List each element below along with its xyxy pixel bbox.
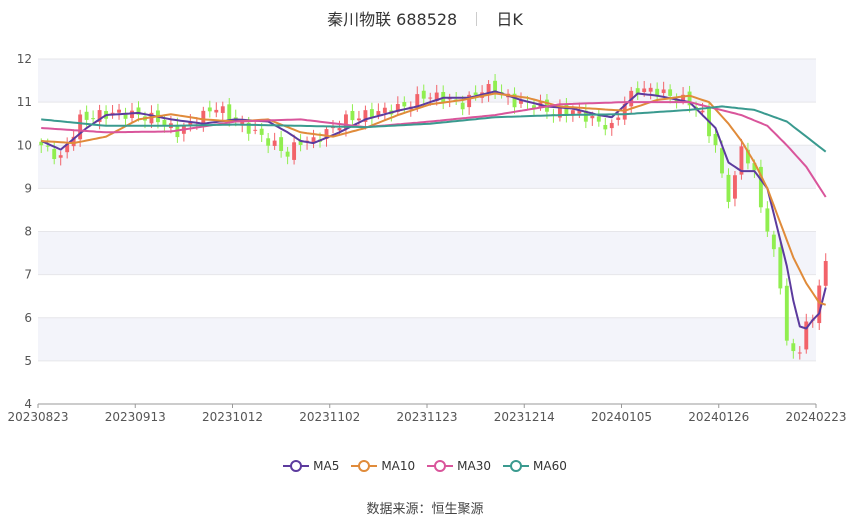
- legend-label: MA60: [533, 459, 567, 473]
- candle: [402, 102, 407, 107]
- candle: [382, 107, 387, 113]
- legend-item-ma60[interactable]: MA60: [503, 459, 567, 473]
- candle: [52, 149, 57, 160]
- y-tick-label: 9: [24, 181, 32, 195]
- x-tick-label: 20240223: [785, 410, 846, 424]
- candle: [661, 89, 666, 94]
- candle: [45, 145, 50, 147]
- x-tick-label: 20240126: [688, 410, 749, 424]
- y-tick-label: 11: [17, 95, 32, 109]
- x-tick-label: 20231102: [299, 410, 360, 424]
- candle: [91, 118, 96, 120]
- x-tick-label: 20231012: [202, 410, 263, 424]
- candle: [668, 89, 673, 96]
- candle: [117, 109, 121, 113]
- candle: [272, 140, 277, 146]
- candle: [259, 128, 264, 135]
- x-tick-label: 20240105: [591, 410, 652, 424]
- candle: [337, 128, 342, 131]
- candle: [220, 106, 225, 113]
- candle: [726, 174, 731, 202]
- candle: [207, 107, 212, 112]
- candle: [642, 88, 647, 93]
- legend-marker-icon: [503, 460, 530, 472]
- y-tick-label: 6: [24, 311, 32, 325]
- candle: [713, 133, 718, 146]
- candle: [733, 175, 737, 199]
- candle: [84, 111, 89, 120]
- candle: [473, 92, 478, 96]
- candle: [603, 124, 608, 130]
- candle: [609, 122, 614, 129]
- candle: [266, 138, 271, 146]
- legend-label: MA30: [457, 459, 492, 473]
- candle: [214, 109, 219, 113]
- candle: [570, 110, 575, 115]
- candle: [823, 261, 828, 286]
- grid-band: [38, 317, 816, 361]
- candle: [791, 343, 796, 352]
- candle: [720, 148, 724, 174]
- candle: [784, 285, 789, 341]
- candle: [162, 119, 167, 126]
- candle: [460, 102, 465, 110]
- grid-band: [38, 59, 816, 103]
- candle: [356, 118, 361, 121]
- x-tick-label: 20231214: [494, 410, 555, 424]
- candle: [771, 234, 776, 250]
- candle: [201, 110, 206, 125]
- legend-label: MA5: [313, 459, 340, 473]
- x-tick-label: 20230913: [105, 410, 166, 424]
- candle: [350, 110, 355, 121]
- kline-chart: 4 5 6 7 8 9 10 11 12 20230823 20230913 20231012 2023…: [7, 52, 846, 424]
- legend-item-ma5[interactable]: MA5: [283, 459, 339, 473]
- legend-marker-icon: [283, 460, 310, 472]
- y-tick-label: 10: [17, 138, 32, 152]
- candle: [590, 115, 595, 119]
- candle: [700, 110, 705, 113]
- candle: [797, 352, 802, 354]
- grid-band: [38, 145, 816, 189]
- chart-stage: 秦川物联 688528 日K 4 5 6 7 8 9 10 11 12 20230823 20230…: [0, 0, 850, 517]
- candle: [778, 247, 783, 289]
- candle: [616, 117, 621, 120]
- candle: [648, 87, 653, 92]
- candle: [285, 151, 290, 157]
- candle: [428, 97, 433, 99]
- legend-item-ma30[interactable]: MA30: [427, 459, 491, 473]
- candle: [596, 116, 601, 122]
- y-tick-label: 8: [24, 225, 32, 239]
- y-tick-label: 5: [24, 354, 32, 368]
- candle: [376, 111, 381, 116]
- x-tick-label: 20231123: [396, 410, 457, 424]
- candle: [58, 155, 63, 158]
- y-tick-label: 4: [24, 397, 32, 411]
- y-tick-label: 7: [24, 268, 32, 282]
- legend-marker-icon: [351, 460, 378, 472]
- grid-band: [38, 231, 816, 275]
- candle: [253, 129, 258, 131]
- candle: [279, 137, 284, 151]
- data-source: 数据来源：恒生聚源: [366, 502, 484, 517]
- candle: [421, 90, 426, 99]
- x-tick-label: 20230823: [7, 410, 68, 424]
- y-tick-label: 12: [17, 52, 32, 66]
- legend-item-ma10[interactable]: MA10: [351, 459, 415, 473]
- legend-label: MA10: [381, 459, 416, 473]
- legend: MA5 MA10 MA30 MA60: [0, 459, 850, 475]
- candle: [292, 142, 297, 160]
- candle: [765, 208, 770, 232]
- candle: [227, 104, 232, 120]
- legend-marker-icon: [427, 460, 454, 472]
